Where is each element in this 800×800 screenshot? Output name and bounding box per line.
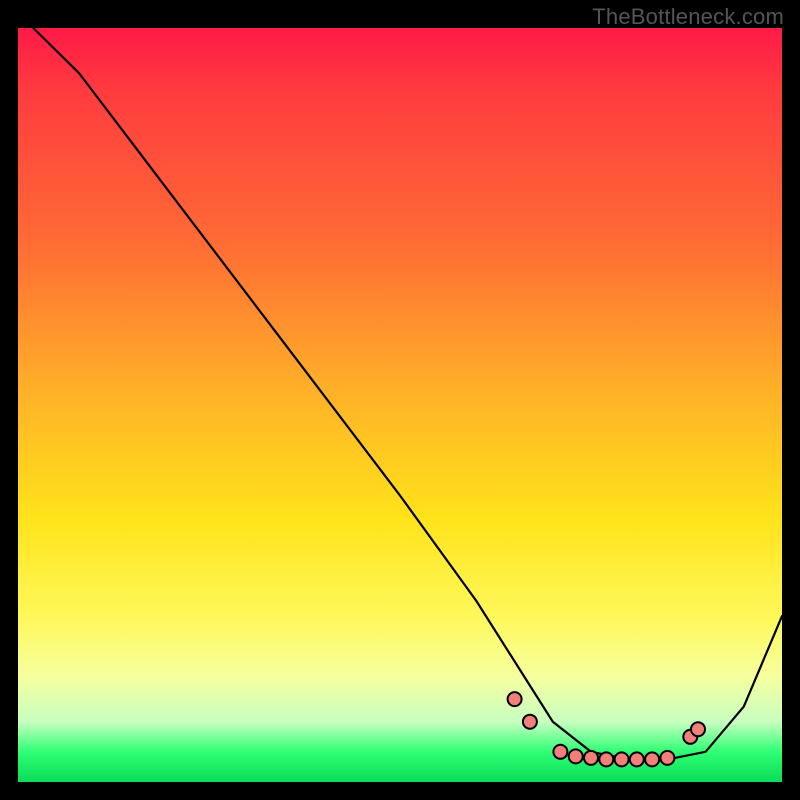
highlight-dot	[660, 751, 674, 765]
highlight-dot	[553, 745, 567, 759]
highlight-dots	[508, 692, 705, 766]
watermark-text: TheBottleneck.com	[592, 4, 784, 30]
curve-svg	[18, 28, 782, 782]
chart-frame: TheBottleneck.com	[0, 0, 800, 800]
highlight-dot	[599, 752, 613, 766]
highlight-dot	[584, 751, 598, 765]
highlight-dot	[523, 715, 537, 729]
highlight-dot	[691, 722, 705, 736]
plot-area	[18, 28, 782, 782]
highlight-dot	[569, 749, 583, 763]
highlight-dot	[630, 752, 644, 766]
highlight-dot	[615, 752, 629, 766]
bottleneck-curve	[33, 28, 782, 759]
highlight-dot	[645, 752, 659, 766]
highlight-dot	[508, 692, 522, 706]
